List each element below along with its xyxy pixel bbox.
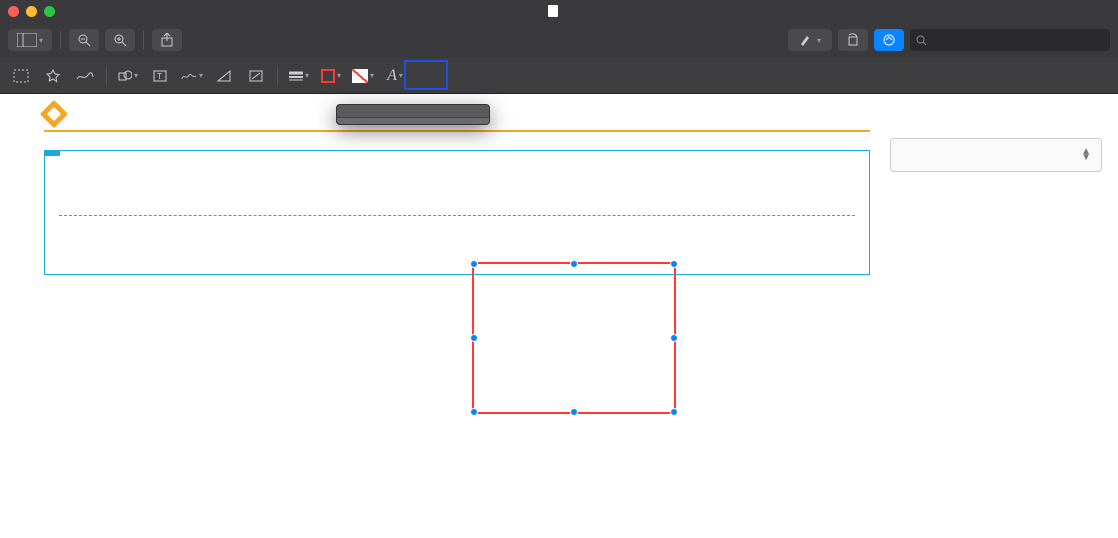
text-style-button[interactable]: A▾ xyxy=(384,65,406,87)
search-icon xyxy=(916,35,927,46)
border-color-button[interactable]: ▾ xyxy=(320,65,342,87)
toc-box xyxy=(44,150,870,275)
adjust-color-tool[interactable] xyxy=(213,65,235,87)
minimize-window-button[interactable] xyxy=(26,6,37,17)
markup-toggle-button[interactable] xyxy=(874,29,904,51)
traffic-lights xyxy=(8,6,55,17)
markup-toolbar: ▾ T ▾ ▾ ▾ ▾ A▾ xyxy=(0,58,1118,94)
svg-text:T: T xyxy=(157,72,162,81)
archive-select[interactable]: ▲▼ xyxy=(890,138,1102,172)
maximize-window-button[interactable] xyxy=(44,6,55,17)
page-sidebar: ▲▼ xyxy=(882,94,1118,538)
close-window-button[interactable] xyxy=(8,6,19,17)
share-button[interactable] xyxy=(152,29,182,51)
text-tool[interactable]: T xyxy=(149,65,171,87)
zoom-out-button[interactable] xyxy=(69,29,99,51)
sketch-tool[interactable] xyxy=(74,65,96,87)
chevron-updown-icon: ▲▼ xyxy=(1081,149,1091,161)
toc-item[interactable] xyxy=(59,216,855,264)
window-titlebar xyxy=(0,0,1118,22)
instant-alpha-tool[interactable] xyxy=(42,65,64,87)
toc-label xyxy=(44,150,60,156)
rotate-button[interactable] xyxy=(838,29,868,51)
show-color-panel-button[interactable] xyxy=(337,117,489,124)
toc-item[interactable] xyxy=(59,167,855,216)
border-style-button[interactable]: ▾ xyxy=(288,65,310,87)
zoom-in-button[interactable] xyxy=(105,29,135,51)
search-input[interactable] xyxy=(910,29,1110,51)
highlight-button[interactable]: ▾ xyxy=(788,29,832,51)
selection-tool[interactable] xyxy=(10,65,32,87)
window-title xyxy=(548,5,570,17)
diamond-icon xyxy=(40,100,68,128)
content-area: ▲▼ xyxy=(0,94,1118,538)
document-view[interactable] xyxy=(0,94,882,538)
fill-color-button[interactable]: ▾ xyxy=(352,65,374,87)
file-icon xyxy=(548,5,558,17)
sidebar-toggle-button[interactable]: ▾ xyxy=(8,29,52,51)
sign-tool[interactable]: ▾ xyxy=(181,65,203,87)
shapes-tool[interactable]: ▾ xyxy=(117,65,139,87)
adjust-size-tool[interactable] xyxy=(245,65,267,87)
main-toolbar: ▾ ▾ xyxy=(0,22,1118,58)
color-picker-popup xyxy=(336,104,490,125)
